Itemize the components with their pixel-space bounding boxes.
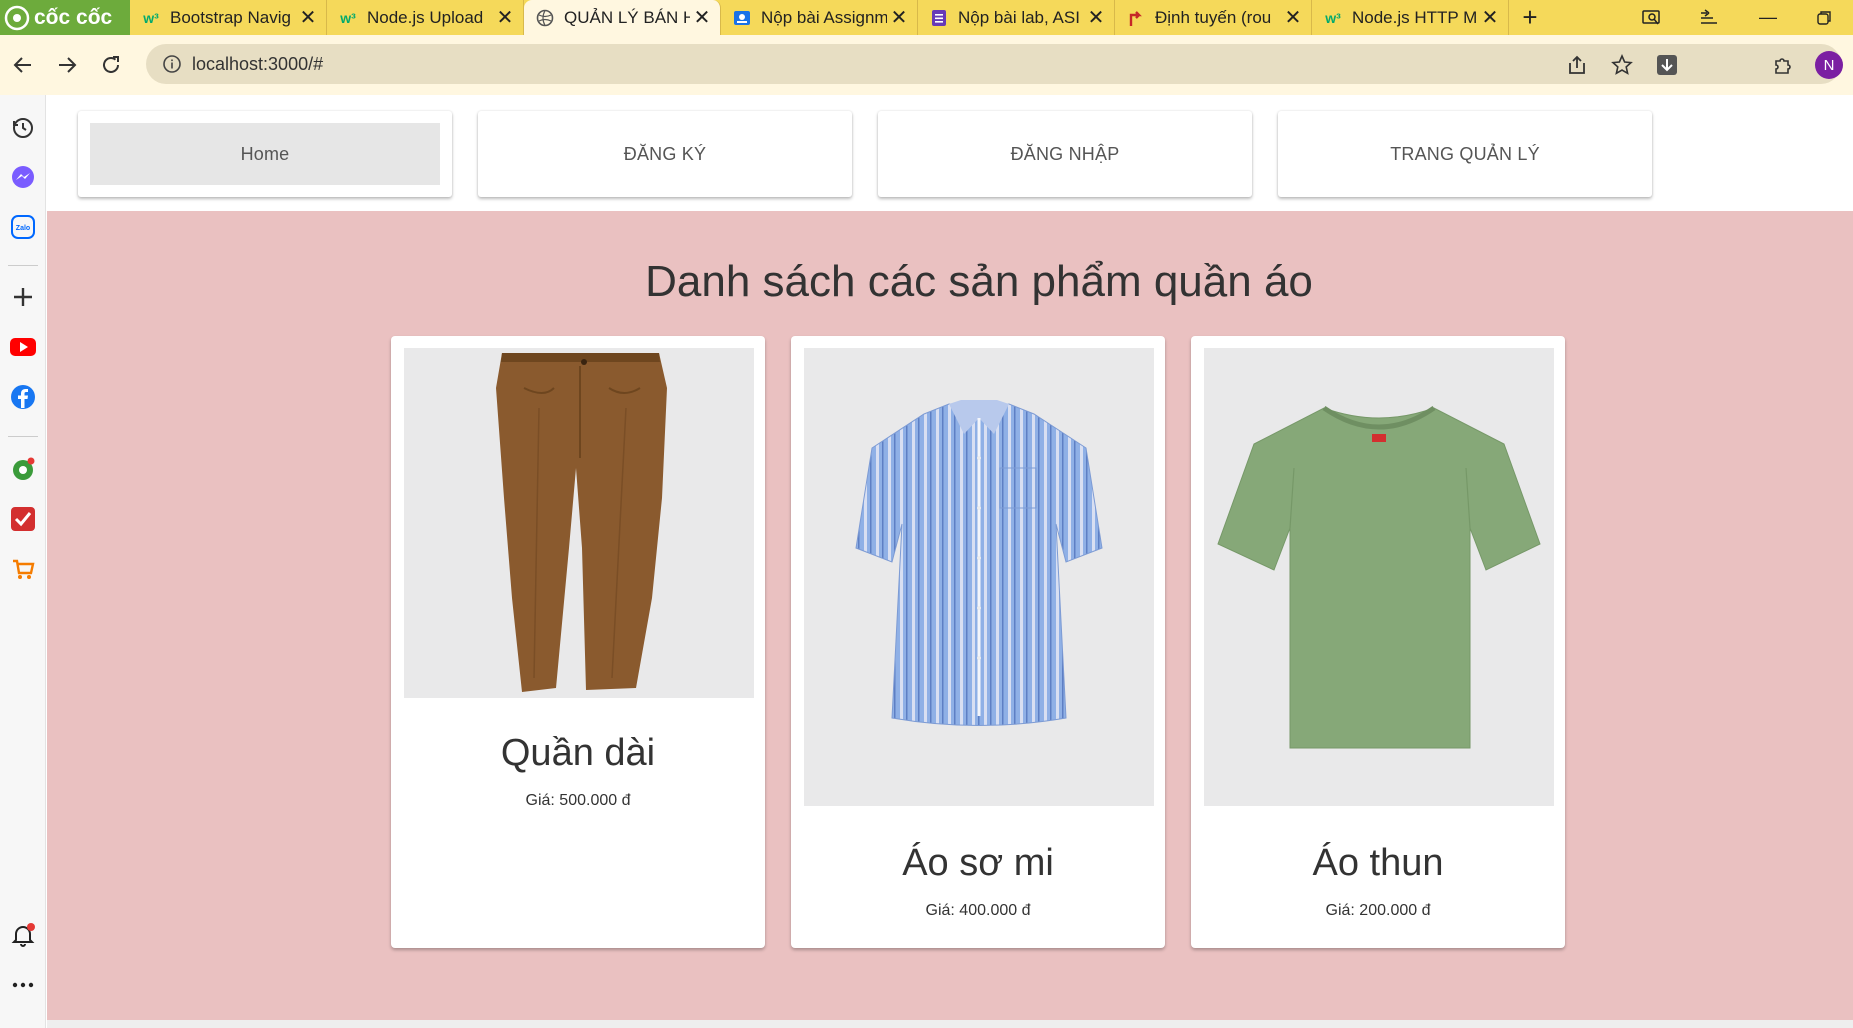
- tab-title: Bootstrap Navig: [170, 7, 291, 27]
- tab-title: Node.js HTTP M: [1352, 7, 1478, 27]
- site-info-icon[interactable]: [152, 54, 192, 74]
- sidebar-toggle-icon[interactable]: [1684, 0, 1734, 35]
- globe-icon: [536, 9, 554, 27]
- nav-home-button[interactable]: Home: [78, 111, 452, 197]
- w3schools-icon: w³: [340, 9, 356, 26]
- close-tab-icon[interactable]: ✕: [690, 5, 714, 30]
- product-card[interactable]: Áo sơ mi Giá: 400.000 đ: [791, 336, 1165, 948]
- share-icon: [1568, 55, 1585, 74]
- youtube-icon[interactable]: [5, 329, 41, 365]
- page-content: Home ĐĂNG KÝ ĐĂNG NHẬP TRANG QUẢN LÝ Dan…: [47, 95, 1853, 1020]
- more-icon[interactable]: [5, 967, 41, 1003]
- page-title: Danh sách các sản phẩm quần áo: [645, 257, 1313, 306]
- extensions-button[interactable]: [1760, 43, 1805, 87]
- tab-bootstrap-navigation[interactable]: w³ Bootstrap Navig ✕: [130, 0, 327, 35]
- minimize-button[interactable]: —: [1743, 0, 1793, 35]
- product-name: Áo thun: [1312, 842, 1444, 884]
- tab-title: QUẢN LÝ BÁN H: [564, 7, 690, 27]
- share-button[interactable]: [1554, 43, 1599, 87]
- todo-icon[interactable]: [5, 501, 41, 537]
- puzzle-icon: [1774, 58, 1791, 74]
- nav-admin-button[interactable]: TRANG QUẢN LÝ: [1278, 111, 1652, 197]
- tab-title: Định tuyến (rou: [1155, 7, 1272, 27]
- tab-dinh-tuyen[interactable]: Định tuyến (rou ✕: [1115, 0, 1312, 35]
- history-icon[interactable]: [5, 110, 41, 146]
- coccoc-logo[interactable]: cốc cốc: [0, 0, 130, 35]
- close-tab-icon[interactable]: ✕: [1478, 5, 1502, 30]
- product-price: Giá: 400.000 đ: [925, 902, 1031, 919]
- form-icon: [930, 9, 948, 27]
- nav-login-label: ĐĂNG NHẬP: [1010, 143, 1120, 164]
- w3schools-icon: w³: [143, 9, 159, 26]
- url-text: localhost:3000/#: [192, 53, 324, 74]
- close-tab-icon[interactable]: ✕: [296, 5, 320, 30]
- w3schools-icon: w³: [1325, 9, 1341, 26]
- shopping-icon[interactable]: [5, 551, 41, 587]
- notification-bell-icon[interactable]: [5, 917, 41, 953]
- nav-login-button[interactable]: ĐĂNG NHẬP: [878, 111, 1252, 197]
- zalo-icon[interactable]: Zalo: [5, 209, 41, 245]
- svg-text:Zalo: Zalo: [16, 225, 30, 232]
- tab-title: Node.js Upload: [367, 7, 484, 27]
- reload-icon: [103, 56, 119, 73]
- product-card[interactable]: Áo thun Giá: 200.000 đ: [1191, 336, 1565, 948]
- tab-title: Nộp bài Assignm: [761, 7, 887, 27]
- product-image-shirt: [804, 348, 1154, 806]
- back-button[interactable]: [1, 43, 45, 87]
- tab-nodejs-upload[interactable]: w³ Node.js Upload ✕: [327, 0, 524, 35]
- product-image-pants: [404, 348, 754, 698]
- product-name: Áo sơ mi: [902, 842, 1054, 884]
- coccoc-icon: [4, 5, 30, 30]
- brand-label: cốc cốc: [34, 5, 113, 29]
- nav-admin-label: TRANG QUẢN LÝ: [1390, 143, 1540, 164]
- tab-bar: cốc cốc w³ Bootstrap Navig ✕ w³ Node.js …: [0, 0, 1853, 35]
- close-tab-icon[interactable]: ✕: [887, 5, 911, 30]
- download-button[interactable]: [1644, 43, 1689, 87]
- product-name: Quần dài: [500, 732, 656, 774]
- top-nav: Home ĐĂNG KÝ ĐĂNG NHẬP TRANG QUẢN LÝ: [47, 95, 1853, 211]
- tab-title: Nộp bài lab, ASI: [958, 7, 1080, 27]
- reload-button[interactable]: [89, 43, 133, 87]
- new-tab-button[interactable]: +: [1515, 2, 1545, 33]
- product-price: Giá: 200.000 đ: [1325, 902, 1431, 919]
- tab-nop-bai-lab[interactable]: Nộp bài lab, ASI ✕: [918, 0, 1115, 35]
- sidebar-divider: [8, 265, 38, 266]
- messenger-icon[interactable]: [5, 159, 41, 195]
- nav-home-label: Home: [240, 143, 290, 164]
- bookmark-button[interactable]: [1599, 43, 1644, 87]
- tab-nop-bai-assignment[interactable]: Nộp bài Assignm ✕: [721, 0, 918, 35]
- profile-avatar[interactable]: N: [1815, 51, 1843, 79]
- football-icon[interactable]: [5, 451, 41, 487]
- address-bar-actions: [1554, 35, 1689, 95]
- tab-quan-ly-ban-hang[interactable]: QUẢN LÝ BÁN H ✕: [524, 0, 721, 35]
- restore-button[interactable]: [1799, 0, 1849, 35]
- download-icon: [1656, 55, 1677, 75]
- tab-nodejs-http[interactable]: w³ Node.js HTTP M ✕: [1312, 0, 1509, 35]
- arrow-left-icon: [13, 57, 31, 73]
- sidebar-divider: [8, 436, 38, 437]
- close-tab-icon[interactable]: ✕: [1281, 5, 1305, 30]
- bottom-edge: [47, 1020, 1853, 1028]
- product-card[interactable]: Quần dài Giá: 500.000 đ: [391, 336, 765, 948]
- classroom-icon: [733, 9, 751, 27]
- profile-actions: N: [1760, 35, 1853, 95]
- nav-register-label: ĐĂNG KÝ: [623, 143, 707, 164]
- close-tab-icon[interactable]: ✕: [493, 5, 517, 30]
- browser-sidebar: Zalo: [0, 95, 46, 1028]
- arrow-right-icon: [59, 57, 77, 73]
- product-image-tshirt: [1204, 348, 1554, 806]
- route-icon: [1127, 9, 1145, 27]
- nav-register-button[interactable]: ĐĂNG KÝ: [478, 111, 852, 197]
- forward-button[interactable]: [45, 43, 89, 87]
- search-tabs-icon[interactable]: [1627, 0, 1677, 35]
- add-icon[interactable]: [5, 279, 41, 315]
- star-icon: [1610, 54, 1633, 75]
- close-tab-icon[interactable]: ✕: [1084, 5, 1108, 30]
- facebook-icon[interactable]: [5, 379, 41, 415]
- product-price: Giá: 500.000 đ: [525, 792, 631, 809]
